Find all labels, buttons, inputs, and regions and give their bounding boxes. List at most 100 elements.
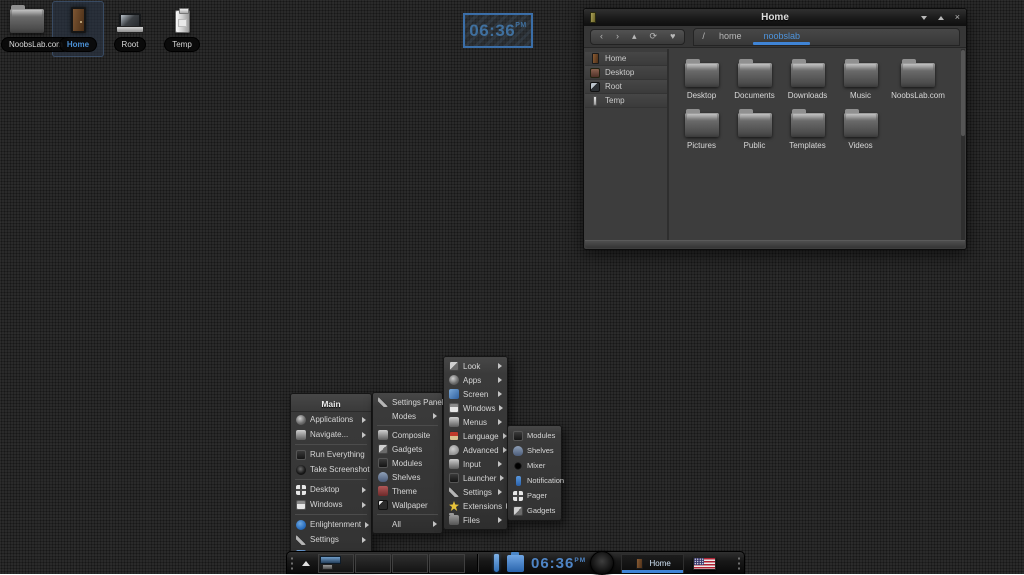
- folder-item-noobslab[interactable]: NoobsLab.com: [887, 59, 949, 100]
- desktop-icon-label: Home: [59, 37, 97, 52]
- shelf-clock[interactable]: 06:36PM: [531, 555, 586, 572]
- menu-item-navigate[interactable]: Navigate...: [291, 427, 371, 442]
- menus-icon: [449, 417, 459, 427]
- menu-item-desktop[interactable]: Desktop: [291, 482, 371, 497]
- up-arrow-icon: [302, 561, 310, 566]
- folder-icon: [685, 63, 719, 87]
- folder-item-downloads[interactable]: Downloads: [781, 59, 834, 100]
- taskbar-item-home[interactable]: Home: [621, 554, 684, 573]
- shelf-drag-handle[interactable]: [290, 556, 294, 571]
- pager-desktop-4[interactable]: [429, 554, 465, 573]
- launcher-icon: [449, 473, 459, 483]
- menu-item-enlightenment[interactable]: Enlightenment: [291, 517, 371, 532]
- menu-item-gadgets[interactable]: Gadgets: [373, 442, 442, 456]
- maximize-button[interactable]: [938, 16, 944, 20]
- folder-item-music[interactable]: Music: [834, 59, 887, 100]
- menu-item-settings[interactable]: Settings: [444, 485, 507, 499]
- close-button[interactable]: ×: [955, 13, 960, 22]
- sidebar-item-temp[interactable]: Temp: [585, 94, 667, 108]
- folder-icon: [901, 63, 935, 87]
- sidebar-item-desktop[interactable]: Desktop: [585, 66, 667, 80]
- desktop-icon: [590, 68, 600, 78]
- menu-item-windows[interactable]: Windows: [291, 497, 371, 512]
- submenu-arrow-icon: [362, 417, 366, 423]
- menu-item-apps[interactable]: Apps: [444, 373, 507, 387]
- temperature-gadget-icon[interactable]: [494, 554, 499, 572]
- scrollbar[interactable]: [961, 49, 965, 240]
- folder-icon: [738, 63, 772, 87]
- shelf-drag-handle[interactable]: [737, 556, 741, 571]
- desktop-icon-label: Root: [114, 37, 147, 52]
- pager-desktop-2[interactable]: [355, 554, 391, 573]
- menu-item-launcher[interactable]: Launcher: [444, 471, 507, 485]
- back-button[interactable]: ‹: [600, 32, 603, 41]
- titlebar[interactable]: Home ×: [584, 9, 966, 26]
- menu-item-input[interactable]: Input: [444, 457, 507, 471]
- desktop-icon-noobslab[interactable]: NoobsLab.com: [1, 3, 53, 52]
- menu-item-shelves[interactable]: Shelves: [373, 470, 442, 484]
- menu-item-modules[interactable]: Modules: [373, 456, 442, 470]
- menu-item-advanced[interactable]: Advanced: [444, 443, 507, 457]
- submenu-arrow-icon: [362, 537, 366, 543]
- folder-item-desktop[interactable]: Desktop: [675, 59, 728, 100]
- battery-gadget-icon[interactable]: [507, 555, 524, 572]
- shade-button[interactable]: [921, 16, 927, 20]
- menu-item-take-screenshot[interactable]: Take Screenshot: [291, 462, 371, 477]
- pager-icon: [513, 491, 523, 501]
- menu-item-shelves[interactable]: Shelves: [508, 443, 561, 458]
- menu-item-extensions[interactable]: Extensions: [444, 499, 507, 513]
- path-segment-current[interactable]: noobslab: [753, 29, 810, 45]
- menu-item-windows[interactable]: Windows: [444, 401, 507, 415]
- menu-item-notification[interactable]: Notification: [508, 473, 561, 488]
- menu-item-screen[interactable]: Screen: [444, 387, 507, 401]
- menu-item-gadgets[interactable]: Gadgets: [508, 503, 561, 518]
- path-segment-home[interactable]: home: [717, 29, 744, 45]
- desktop-wallpaper[interactable]: NoobsLab.com Home Root Temp 06:36PM Home…: [0, 0, 1024, 574]
- menu-item-mixer[interactable]: Mixer: [508, 458, 561, 473]
- us-flag-icon[interactable]: [693, 557, 716, 570]
- menu-item-language[interactable]: Language: [444, 429, 507, 443]
- folder-icon: [844, 113, 878, 137]
- folder-item-public[interactable]: Public: [728, 109, 781, 150]
- menu-item-files[interactable]: Files: [444, 513, 507, 527]
- shelf-autohide-button[interactable]: [298, 555, 314, 571]
- sidebar-item-root[interactable]: Root: [585, 80, 667, 94]
- menu-item-modules[interactable]: Modules: [508, 428, 561, 443]
- mixer-icon: [513, 461, 523, 471]
- menu-item-all[interactable]: All: [373, 517, 442, 531]
- menu-item-applications[interactable]: Applications: [291, 412, 371, 427]
- mixer-knob-icon[interactable]: [590, 551, 614, 575]
- folder-item-templates[interactable]: Templates: [781, 109, 834, 150]
- refresh-button[interactable]: ⟳: [650, 32, 658, 41]
- menu-item-pager[interactable]: Pager: [508, 488, 561, 503]
- path-root[interactable]: /: [700, 29, 707, 45]
- favorites-button[interactable]: ♥: [670, 32, 675, 41]
- look-icon: [449, 361, 459, 371]
- menu-item-look[interactable]: Look: [444, 359, 507, 373]
- menu-item-modes[interactable]: Modes: [373, 409, 442, 423]
- menu-item-wallpaper[interactable]: Wallpaper: [373, 498, 442, 512]
- window-resize-bar[interactable]: [585, 240, 965, 248]
- up-button[interactable]: ▴: [632, 32, 637, 41]
- folder-item-pictures[interactable]: Pictures: [675, 109, 728, 150]
- menu-item-settings[interactable]: Settings: [291, 532, 371, 547]
- menu-item-run-everything[interactable]: Run Everything: [291, 447, 371, 462]
- sidebar-item-home[interactable]: Home: [585, 52, 667, 66]
- pager-desktop-3[interactable]: [392, 554, 428, 573]
- wrench-icon: [378, 397, 388, 407]
- pager-mini-window: [320, 556, 341, 564]
- menu-item-settings-panel[interactable]: Settings Panel: [373, 395, 442, 409]
- menu-item-composite[interactable]: Composite: [373, 428, 442, 442]
- clock-gadget[interactable]: 06:36PM: [463, 13, 533, 48]
- pager-desktop-1[interactable]: [318, 554, 354, 573]
- desktop-icon-home[interactable]: Home: [52, 3, 104, 52]
- forward-button[interactable]: ›: [616, 32, 619, 41]
- desktop-icon-temp[interactable]: Temp: [156, 3, 208, 52]
- folder-item-documents[interactable]: Documents: [728, 59, 781, 100]
- menu-item-menus[interactable]: Menus: [444, 415, 507, 429]
- submenu-arrow-icon: [498, 489, 502, 495]
- folder-item-videos[interactable]: Videos: [834, 109, 887, 150]
- menu-item-theme[interactable]: Theme: [373, 484, 442, 498]
- door-icon: [592, 53, 599, 64]
- desktop-icon-root[interactable]: Root: [104, 3, 156, 52]
